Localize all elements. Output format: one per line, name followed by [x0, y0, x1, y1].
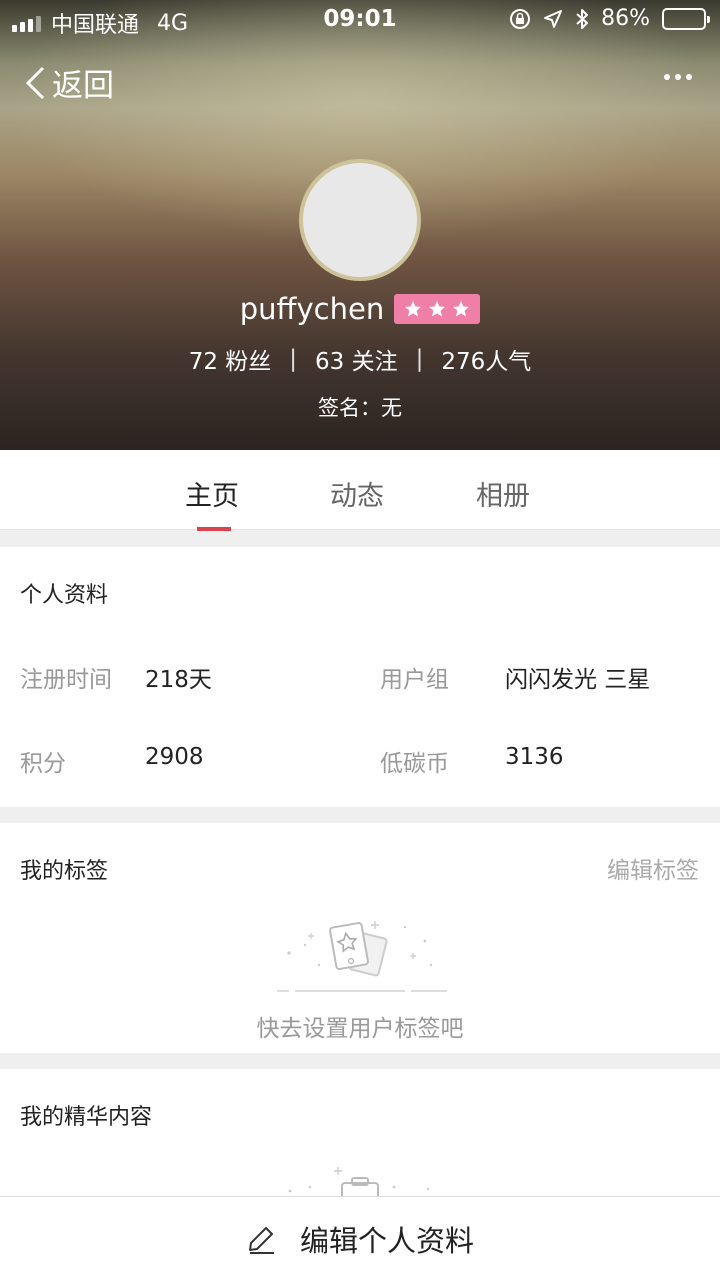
- more-menu-icon[interactable]: [664, 74, 692, 80]
- tab-home[interactable]: 主页: [185, 474, 239, 513]
- followers-count[interactable]: 72 粉丝: [189, 342, 272, 376]
- empty-tags-illustration-icon: [277, 921, 447, 992]
- rotation-lock-icon: [510, 8, 531, 29]
- register-time-label: 注册时间: [20, 667, 112, 693]
- edit-profile-label: 编辑个人资料: [299, 1223, 474, 1258]
- stats-divider: |: [415, 346, 424, 372]
- bluetooth-icon: [576, 8, 589, 29]
- battery-percent: 86%: [601, 6, 650, 31]
- stats-divider: |: [289, 346, 298, 372]
- star-icon: [429, 300, 446, 317]
- featured-title: 我的精华内容: [20, 1105, 153, 1130]
- star-level-badge: [394, 294, 481, 324]
- name-row: puffychen: [0, 292, 720, 326]
- user-group-label: 用户组: [380, 667, 449, 693]
- user-group-value: 闪闪发光 三星: [505, 667, 651, 693]
- edit-tags-link[interactable]: 编辑标签: [607, 851, 699, 885]
- empty-featured-illustration-icon: [288, 1167, 430, 1201]
- profile-stats: 72 粉丝 | 63 关注 | 276人气: [0, 342, 720, 376]
- back-label: 返回: [52, 68, 114, 104]
- tab-album[interactable]: 相册: [476, 474, 530, 513]
- popularity-count: 276人气: [441, 349, 532, 375]
- tab-activity[interactable]: 动态: [330, 474, 384, 513]
- profile-header: 中国联通 4G 09:01 86% 返回 puffychen 72 粉丝 | 6…: [0, 0, 720, 450]
- tags-title: 我的标签: [20, 859, 109, 884]
- status-right: 86%: [509, 6, 710, 31]
- points-label: 积分: [20, 751, 66, 777]
- edit-profile-button[interactable]: 编辑个人资料: [0, 1196, 720, 1280]
- coins-label: 低碳币: [380, 751, 449, 777]
- profile-tabs: 主页 动态 相册: [0, 450, 720, 530]
- following-count[interactable]: 63 关注: [315, 342, 398, 376]
- chevron-left-icon: [25, 66, 45, 99]
- personal-info-title: 个人资料: [20, 583, 109, 608]
- pencil-icon: [248, 1226, 274, 1254]
- star-icon: [405, 300, 422, 317]
- avatar[interactable]: [299, 159, 421, 281]
- status-bar: 中国联通 4G 09:01 86%: [0, 0, 720, 40]
- star-icon: [453, 300, 470, 317]
- points-value: 2908: [145, 744, 204, 770]
- signature: 签名：无: [318, 396, 402, 420]
- coins-value: 3136: [505, 744, 564, 770]
- battery-icon: [662, 7, 710, 30]
- username: puffychen: [239, 292, 385, 326]
- tags-card: 我的标签 编辑标签 快去设置用户标签吧: [0, 823, 720, 1053]
- back-button[interactable]: 返回: [24, 60, 114, 105]
- personal-info-card: 个人资料 注册时间 218天 用户组 闪闪发光 三星 积分 2908 低碳币 3…: [0, 547, 720, 807]
- register-time-value: 218天: [145, 667, 212, 693]
- location-icon: [544, 9, 563, 28]
- active-tab-indicator: [197, 527, 231, 531]
- empty-tags-text: 快去设置用户标签吧: [256, 1016, 464, 1042]
